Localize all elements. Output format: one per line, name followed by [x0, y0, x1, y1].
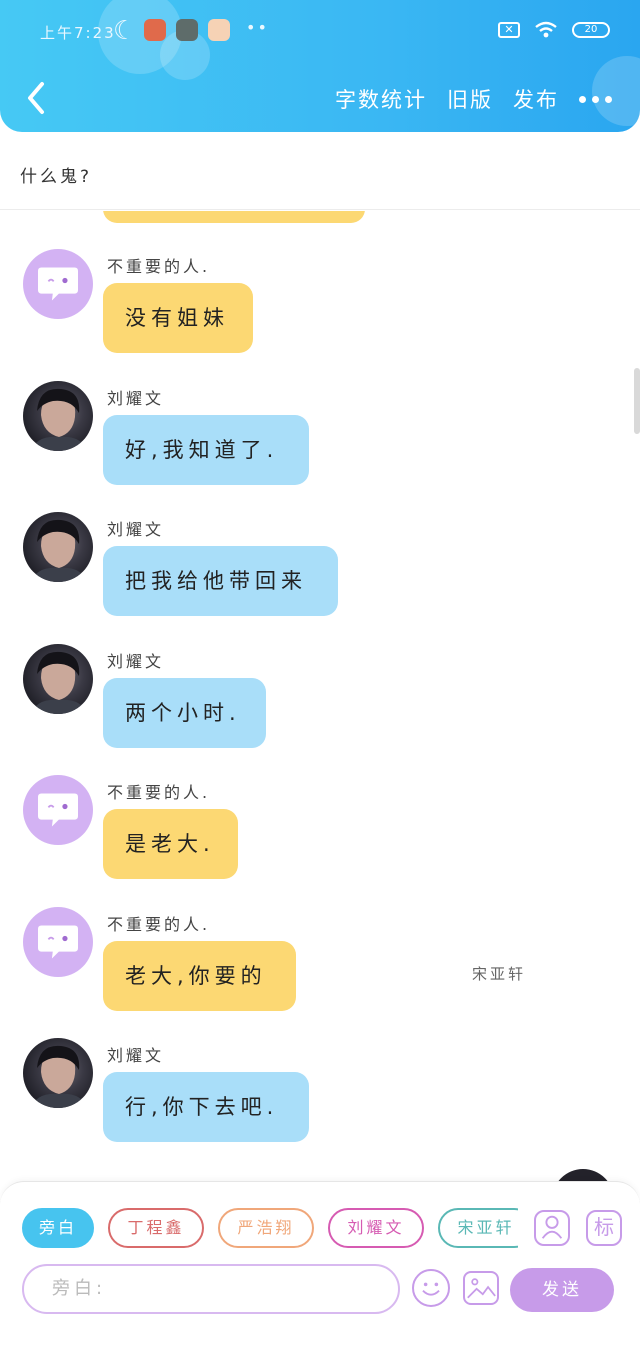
profile-photo	[31, 651, 87, 714]
dot-icon	[592, 95, 599, 103]
word-count-button[interactable]: 字数统计	[335, 84, 427, 114]
role-chip[interactable]: 刘耀文	[328, 1208, 424, 1248]
scrollbar[interactable]	[634, 368, 640, 434]
message-row[interactable]: 刘耀文把我给他带回来	[0, 512, 640, 632]
message-bubble[interactable]: 两个小时.	[103, 678, 266, 748]
message-sender: 不重要的人.	[107, 257, 211, 276]
header-actions: 字数统计 旧版 发布	[335, 84, 640, 114]
header-bar: 上午7:23 ☾ •• ✕ 20 字数统计 旧版 发布	[0, 0, 640, 132]
story-title[interactable]: 什么鬼?	[20, 162, 92, 187]
person-icon	[541, 1215, 563, 1239]
message-row[interactable]: 刘耀文两个小时.	[0, 644, 640, 764]
avatar[interactable]	[23, 381, 93, 451]
message-sender: 宋亚轩	[472, 965, 527, 983]
message-row[interactable]: 刘耀文行,你下去吧.	[0, 1038, 640, 1158]
notification-app-icon	[208, 19, 230, 41]
dot-icon	[579, 95, 586, 103]
chat-bubble-icon	[38, 267, 78, 301]
message-sender: 不重要的人.	[107, 915, 211, 934]
story-title-bar: 什么鬼?	[0, 132, 640, 210]
message-sender: 不重要的人.	[107, 783, 211, 802]
avatar[interactable]	[23, 907, 93, 977]
message-row[interactable]: 不重要的人. 老大,你要的	[0, 907, 640, 1027]
publish-button[interactable]: 发布	[513, 84, 559, 114]
message-bubble[interactable]: 老大,你要的	[103, 941, 296, 1011]
avatar[interactable]	[23, 249, 93, 319]
more-notifications-icon: ••	[246, 18, 269, 37]
chat-bubble-icon	[38, 925, 78, 959]
tag-button[interactable]: 标	[586, 1210, 622, 1246]
status-bar: 上午7:23 ☾ •• ✕ 20	[0, 16, 640, 48]
dot-icon	[605, 95, 612, 103]
emoji-icon[interactable]	[412, 1269, 450, 1307]
avatar[interactable]	[23, 644, 93, 714]
character-manager-icon[interactable]	[534, 1210, 570, 1246]
message-bubble[interactable]: 行,你下去吧.	[103, 1072, 309, 1142]
message-bubble[interactable]: 没有姐妹	[103, 283, 253, 353]
role-chip[interactable]: 宋亚轩	[438, 1208, 518, 1248]
message-sender: 刘耀文	[107, 389, 165, 408]
message-sender: 刘耀文	[107, 520, 165, 539]
message-bubble[interactable]: 好,我知道了.	[103, 415, 309, 485]
wifi-icon	[535, 21, 557, 38]
message-input[interactable]: 旁白:	[22, 1264, 400, 1314]
message-bubble-partial	[103, 211, 365, 223]
role-selector: 旁白 丁程鑫 严浩翔 刘耀文 宋亚轩	[22, 1208, 518, 1250]
role-chip[interactable]: 严浩翔	[218, 1208, 314, 1248]
more-options-button[interactable]	[579, 95, 612, 103]
send-button[interactable]: 发送	[510, 1268, 614, 1312]
camera-app-icon	[176, 19, 198, 41]
message-bubble[interactable]: 把我给他带回来	[103, 546, 338, 616]
profile-photo	[31, 388, 87, 451]
image-icon[interactable]	[463, 1271, 499, 1305]
message-row[interactable]: 刘耀文好,我知道了.	[0, 381, 640, 501]
status-time: 上午7:23	[40, 24, 116, 42]
do-not-disturb-icon: ☾	[113, 16, 137, 46]
message-row[interactable]: 不重要的人. 没有姐妹	[0, 249, 640, 369]
message-bubble[interactable]: 是老大.	[103, 809, 238, 879]
composer-panel: 旁白 丁程鑫 严浩翔 刘耀文 宋亚轩 标 旁白: 发送	[0, 1181, 640, 1351]
chat-area[interactable]: 不重要的人. 没有姐妹 刘耀文 好,我知道了. 刘耀文 把我给他带回来 刘耀文 两个小时. 不重…	[0, 211, 640, 1181]
role-chip[interactable]: 丁程鑫	[108, 1208, 204, 1248]
role-chip-narrator[interactable]: 旁白	[22, 1208, 94, 1248]
avatar[interactable]	[23, 775, 93, 845]
profile-photo	[31, 519, 87, 582]
avatar[interactable]	[552, 1169, 614, 1181]
old-version-button[interactable]: 旧版	[447, 84, 493, 114]
avatar[interactable]	[23, 512, 93, 582]
battery-indicator: 20	[572, 22, 610, 38]
back-button[interactable]	[22, 80, 52, 116]
message-sender: 刘耀文	[107, 1046, 165, 1065]
avatar[interactable]	[23, 1038, 93, 1108]
no-sim-icon: ✕	[498, 22, 520, 38]
chat-bubble-icon	[38, 793, 78, 827]
profile-photo	[31, 1045, 87, 1108]
shield-app-icon	[144, 19, 166, 41]
message-sender: 刘耀文	[107, 652, 165, 671]
message-row[interactable]: 不重要的人. 是老大.	[0, 775, 640, 895]
